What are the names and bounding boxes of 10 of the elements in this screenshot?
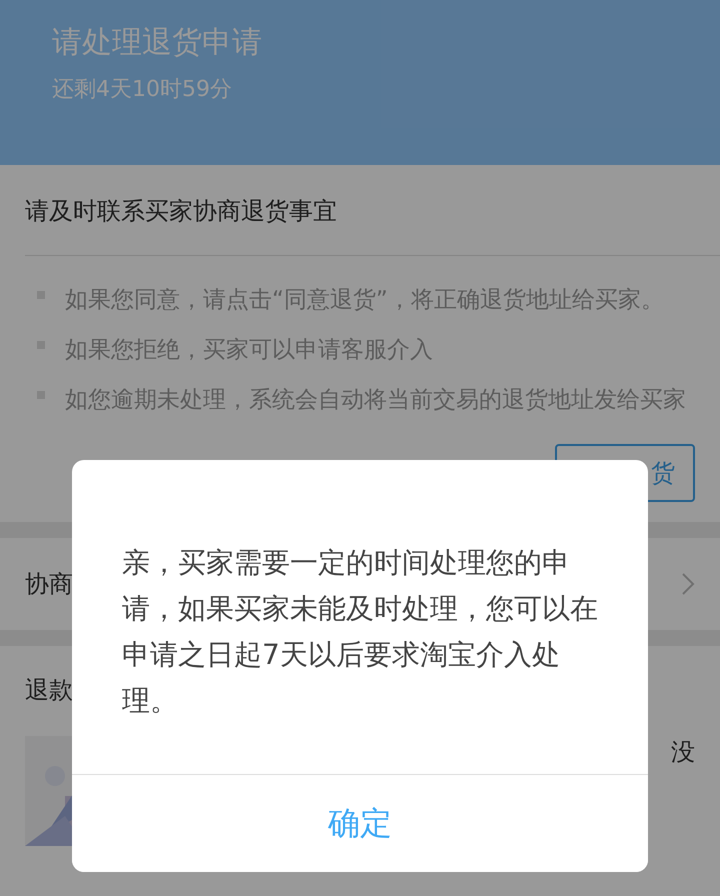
notice-text: 如果您拒绝，买家可以申请客服介入 <box>65 336 434 365</box>
item-title: 没 <box>671 737 695 768</box>
refund-title: 退款 <box>25 675 73 706</box>
notice-title: 请及时联系买家协商退货事宜 <box>25 165 720 256</box>
countdown-text: 还剩4天10时59分 <box>52 76 233 104</box>
dialog-message: 亲，买家需要一定的时间处理您的申请，如果买家未能及时处理，您可以在申请之日起7天以后要求淘宝介入处理。 <box>122 545 599 719</box>
notice-text: 如果您同意，请点击“同意退货”，将正确退货地址给买家。 <box>65 286 665 315</box>
notice-text: 如您逾期未处理，系统会自动将当前交易的退货地址发给买家 <box>65 386 687 415</box>
header-title: 请处理退货申请 <box>52 24 263 62</box>
row-label: 协商 <box>25 569 73 600</box>
